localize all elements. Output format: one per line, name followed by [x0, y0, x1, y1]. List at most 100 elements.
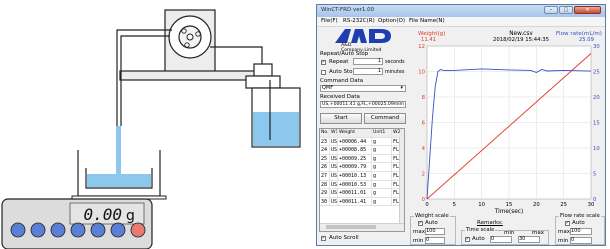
header-unit1: Unit1: [372, 129, 392, 137]
table-row: 28 US +00010.53 g FL: [320, 180, 404, 190]
table-row: 29 US +00011.01 g FL: [320, 189, 404, 198]
close-button[interactable]: ✕: [574, 6, 601, 14]
cell-weight: +00009.79: [338, 163, 372, 171]
cell-weight: +00008.85: [338, 146, 372, 154]
company-logo: A&D Company,Limited: [333, 28, 393, 53]
cell-w1: US: [331, 189, 338, 197]
cell-w1: US: [331, 197, 338, 206]
chart-subtitle: 2018/02/19 15:44:35: [493, 37, 549, 43]
table-row: 30 US +00011.41 g FL: [320, 197, 404, 207]
balance: 0.00 g: [1, 198, 153, 249]
balance-display-value: 0.00: [83, 205, 122, 224]
right-tick-label: 20: [593, 95, 600, 101]
time-auto-label: Auto: [472, 236, 485, 242]
header-no: No.: [321, 129, 330, 137]
left-tick-label: 6: [422, 121, 426, 127]
command-button[interactable]: Command: [364, 113, 406, 124]
right-tick-label: 15: [593, 121, 600, 127]
weight-min-label: min: [413, 238, 424, 244]
cell-unit1: g: [372, 189, 392, 197]
time-min-input[interactable]: 0: [490, 236, 512, 243]
time-auto-checkbox[interactable]: [465, 236, 470, 242]
right-tick-label: 5: [593, 172, 596, 178]
cell-w1: US: [331, 172, 338, 180]
cell-unit1: g: [372, 137, 392, 146]
maximize-button[interactable]: □: [559, 6, 573, 14]
weight-auto-checkbox[interactable]: [418, 220, 423, 226]
cell-weight: +00011.41: [338, 197, 372, 206]
start-button[interactable]: Start: [320, 113, 362, 124]
right-axis-current-value: 25.09: [579, 37, 594, 43]
vertical-scrollbar[interactable]: [399, 137, 404, 223]
menu-bar: File(F) RS-232C(R) Option(O) File Name(N…: [317, 17, 605, 27]
peristaltic-pump: [119, 9, 261, 81]
auto-stop-label: Auto Stop: [329, 69, 357, 75]
table-row: 27 US +00010.13 g FL: [320, 172, 404, 181]
right-tick-label: 10: [593, 146, 600, 152]
time-scale-group: Time scale min max Auto 0 30: [461, 227, 549, 245]
command-section-label: Command Data: [320, 78, 364, 84]
repeat-interval-input[interactable]: 1: [353, 58, 383, 65]
auto-stop-input[interactable]: 1: [353, 68, 383, 75]
flow-max-label: max: [558, 229, 570, 235]
left-tick-label: 12: [418, 44, 425, 50]
weight-max-label: max: [413, 229, 425, 235]
time-scale-label: Time scale: [465, 227, 496, 233]
window-title: WinCT-FRD ver1.00: [321, 7, 375, 13]
cell-unit1: g: [372, 197, 392, 206]
weight-max-input[interactable]: 100: [425, 228, 445, 235]
flow-min-input[interactable]: 0: [570, 237, 592, 244]
auto-stop-unit: minutes: [385, 70, 405, 75]
flow-min-label: min: [558, 238, 569, 244]
scale-controls: Weight scale Auto max 100 min 0 Remarks:…: [317, 212, 605, 245]
cell-unit1: g: [372, 163, 392, 171]
table-row: 25 US +00009.25 g FL: [320, 154, 404, 164]
flow-max-input[interactable]: 100: [570, 228, 592, 235]
right-tick-label: 30: [593, 44, 600, 50]
remarks-label: Remarks:: [477, 220, 503, 226]
menu-file-name[interactable]: File Name(N): [409, 18, 445, 24]
control-panel: A&D Company,Limited Repeat/Auto Stop Rep…: [319, 28, 407, 243]
left-tick-label: 2: [422, 172, 425, 178]
cell-no: 23: [320, 137, 330, 146]
minimize-button[interactable]: –: [544, 6, 558, 14]
repeat-checkbox[interactable]: [321, 59, 326, 65]
flow-scale-group: Flow rate scale Auto max 100 min 0: [555, 213, 605, 245]
cell-unit1: g: [372, 146, 392, 154]
table-row: 26 US +00009.79 g FL: [320, 163, 404, 172]
cell-weight: +00010.53: [338, 180, 372, 189]
x-tick-label: 25: [560, 202, 567, 208]
weight-min-input[interactable]: 0: [425, 237, 445, 244]
header-w1: W1: [331, 129, 338, 137]
balance-display-unit: g: [126, 208, 135, 224]
cell-no: 26: [320, 163, 330, 171]
table-header-row: No. W1 Weight Unit1 W2: [320, 129, 404, 138]
right-tick-label: 25: [593, 70, 600, 76]
title-bar: WinCT-FRD ver1.00 – □ ✕: [317, 5, 605, 17]
flow-auto-label: Auto: [572, 220, 585, 226]
x-tick-label: 20: [533, 202, 540, 208]
menu-option[interactable]: Option(O): [378, 18, 405, 24]
repeat-section-label: Repeat/Auto Stop: [320, 51, 369, 57]
left-axis-ticks: 024681012: [418, 44, 425, 203]
auto-stop-checkbox[interactable]: [321, 70, 326, 75]
flow-auto-checkbox[interactable]: [565, 220, 570, 226]
weight-scale-label: Weight scale: [414, 213, 450, 219]
menu-rs232c[interactable]: RS-232C(R): [343, 18, 375, 24]
cell-unit1: g: [372, 172, 392, 180]
and-logo-icon: [335, 29, 391, 43]
received-data-field: US,+00011.41 g,FL,+00025.09mlm: [320, 101, 406, 108]
x-tick-label: 15: [506, 202, 513, 208]
app-window: WinCT-FRD ver1.00 – □ ✕ File(F) RS-232C(…: [316, 4, 606, 246]
right-axis-ticks: 0 5 10 15 20 25 30: [593, 44, 600, 203]
flow-scale-label: Flow rate scale: [559, 213, 601, 219]
cell-w1: US: [331, 137, 338, 146]
time-max-input[interactable]: 30: [518, 236, 540, 243]
cell-no: 25: [320, 154, 330, 163]
menu-file[interactable]: File(F): [321, 18, 338, 24]
cell-w1: US: [331, 154, 338, 163]
cell-weight: +00009.25: [338, 154, 372, 163]
x-tick-label: 0: [425, 202, 429, 208]
command-select[interactable]: QMF ▾: [320, 85, 406, 92]
left-tick-label: 8: [422, 95, 426, 101]
